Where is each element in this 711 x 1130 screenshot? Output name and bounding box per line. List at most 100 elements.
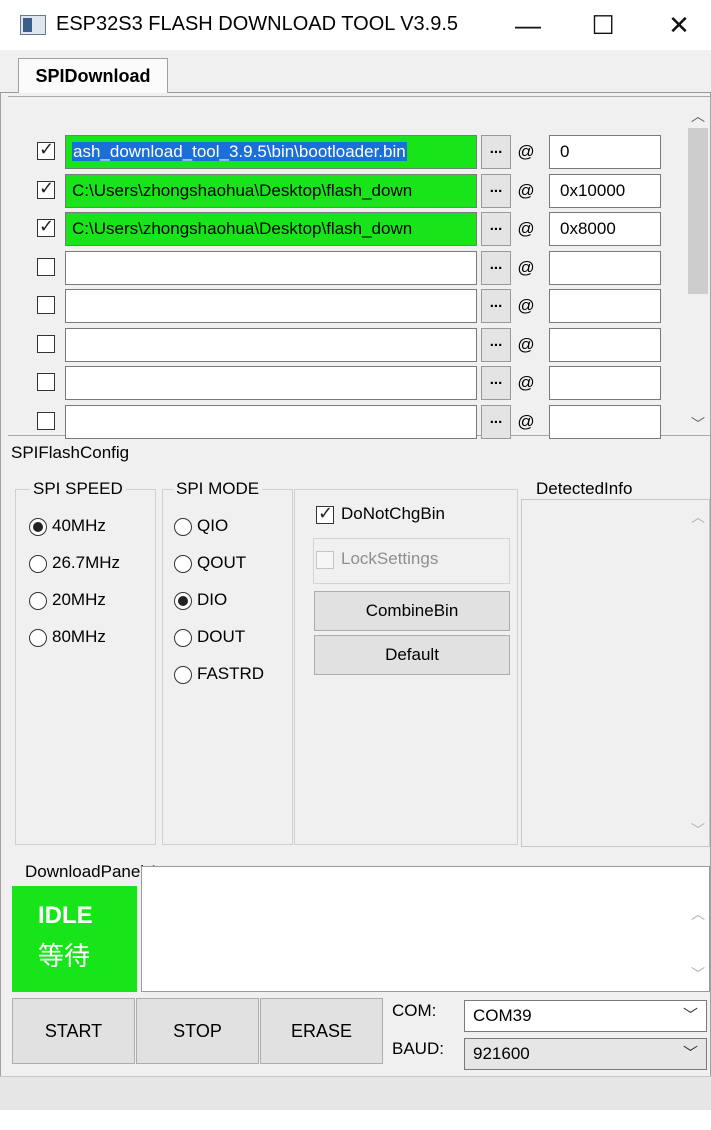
file-path-input[interactable] — [65, 405, 477, 439]
file-path-input[interactable]: ash_download_tool_3.9.5\bin\bootloader.b… — [65, 135, 477, 169]
spi-speed-radio[interactable] — [29, 629, 47, 647]
spi-mode-option-label: QIO — [197, 516, 229, 535]
spi-mode-option-label: DOUT — [197, 627, 246, 646]
file-row-checkbox[interactable] — [37, 335, 55, 353]
flash-address-input[interactable] — [549, 251, 661, 285]
spi-mode-option-label: FASTRD — [197, 664, 265, 683]
file-row-checkbox[interactable] — [37, 216, 55, 237]
spi-speed-option-label: 40MHz — [52, 516, 106, 535]
tab-spidownload[interactable]: SPIDownload — [18, 58, 168, 94]
spi-speed-radio[interactable] — [29, 518, 47, 536]
status-bar — [0, 1076, 711, 1110]
file-path-text: C:\Users\zhongshaohua\Desktop\flash_down — [72, 219, 413, 238]
spi-speed-option-label: 26.7MHz — [52, 553, 121, 572]
at-label: @ — [517, 258, 535, 277]
detectedinfo-label: DetectedInfo — [533, 479, 636, 499]
locksettings-checkbox[interactable] — [316, 551, 334, 569]
log-scroll-up-icon[interactable]: ︿ — [688, 904, 708, 924]
browse-button[interactable]: ... — [481, 328, 511, 362]
flash-address-input[interactable] — [549, 289, 661, 323]
at-label: @ — [517, 181, 535, 200]
combinebin-button[interactable]: CombineBin — [314, 591, 510, 631]
flash-address-input[interactable] — [549, 366, 661, 400]
spi-mode-label: SPI MODE — [173, 479, 263, 499]
at-label: @ — [517, 142, 535, 161]
flash-address-input[interactable] — [549, 405, 661, 439]
detected-scroll-down-icon[interactable]: ﹀ — [688, 820, 708, 840]
at-label: @ — [517, 373, 535, 392]
maximize-button[interactable]: ☐ — [572, 0, 634, 50]
baud-rate-select[interactable]: 921600 ﹀ — [464, 1038, 707, 1070]
spi-mode-radio[interactable] — [174, 666, 192, 684]
file-path-input[interactable] — [65, 366, 477, 400]
file-row-checkbox[interactable] — [37, 139, 55, 160]
spi-speed-radio[interactable] — [29, 592, 47, 610]
scroll-up-icon[interactable]: ︿ — [688, 106, 708, 126]
stop-button[interactable]: STOP — [136, 998, 259, 1064]
browse-button[interactable]: ... — [481, 289, 511, 323]
file-path-text: C:\Users\zhongshaohua\Desktop\flash_down — [72, 181, 413, 200]
flash-address-input[interactable] — [549, 328, 661, 362]
baud-label: BAUD: — [392, 1039, 444, 1058]
locksettings-label: LockSettings — [341, 549, 439, 568]
spi-mode-radio[interactable] — [174, 592, 192, 610]
status-text-cn: 等待 — [38, 941, 91, 971]
browse-button[interactable]: ... — [481, 366, 511, 400]
file-row-checkbox[interactable] — [37, 373, 55, 391]
flash-address-input[interactable]: 0 — [549, 135, 661, 169]
file-path-input[interactable] — [65, 328, 477, 362]
start-button[interactable]: START — [12, 998, 135, 1064]
spi-speed-option-label: 80MHz — [52, 627, 106, 646]
minimize-button[interactable]: — — [497, 0, 559, 50]
spi-speed-group — [15, 489, 156, 845]
file-path-input[interactable]: C:\Users\zhongshaohua\Desktop\flash_down — [65, 212, 477, 246]
detected-scroll-up-icon[interactable]: ︿ — [688, 507, 708, 527]
spi-mode-radio[interactable] — [174, 555, 192, 573]
at-label: @ — [517, 412, 535, 431]
status-text-en: IDLE — [38, 902, 93, 929]
bottom-strip — [0, 1110, 711, 1130]
default-button[interactable]: Default — [314, 635, 510, 675]
at-label: @ — [517, 296, 535, 315]
com-port-value: COM39 — [473, 1006, 532, 1025]
spi-mode-radio[interactable] — [174, 629, 192, 647]
status-indicator: IDLE 等待 — [12, 886, 137, 992]
scrollbar-thumb[interactable] — [688, 128, 708, 294]
file-path-input[interactable]: C:\Users\zhongshaohua\Desktop\flash_down — [65, 174, 477, 208]
com-label: COM: — [392, 1001, 437, 1020]
close-button[interactable]: ✕ — [648, 0, 710, 50]
file-path-input[interactable] — [65, 289, 477, 323]
chevron-down-icon: ﹀ — [682, 1007, 698, 1024]
browse-button[interactable]: ... — [481, 212, 511, 246]
baud-rate-value: 921600 — [473, 1044, 530, 1063]
erase-button[interactable]: ERASE — [260, 998, 383, 1064]
donotchgbin-label: DoNotChgBin — [341, 504, 445, 523]
flash-address-input[interactable]: 0x10000 — [549, 174, 661, 208]
spi-mode-option-label: QOUT — [197, 553, 247, 572]
file-row-checkbox[interactable] — [37, 178, 55, 199]
file-row-checkbox[interactable] — [37, 258, 55, 276]
spi-flash-config-label: SPIFlashConfig — [8, 443, 133, 463]
browse-button[interactable]: ... — [481, 135, 511, 169]
log-scroll-down-icon[interactable]: ﹀ — [688, 964, 708, 984]
at-label: @ — [517, 335, 535, 354]
app-icon — [20, 15, 46, 35]
detectedinfo-textarea[interactable] — [521, 499, 710, 847]
file-path-input[interactable] — [65, 251, 477, 285]
file-row-checkbox[interactable] — [37, 296, 55, 314]
spi-speed-radio[interactable] — [29, 555, 47, 573]
at-label: @ — [517, 219, 535, 238]
flash-address-input[interactable]: 0x8000 — [549, 212, 661, 246]
scroll-down-icon[interactable]: ﹀ — [688, 414, 708, 434]
spi-speed-option-label: 20MHz — [52, 590, 106, 609]
file-path-text: ash_download_tool_3.9.5\bin\bootloader.b… — [72, 142, 407, 161]
file-row-checkbox[interactable] — [37, 412, 55, 430]
donotchgbin-checkbox[interactable] — [316, 503, 334, 524]
browse-button[interactable]: ... — [481, 405, 511, 439]
browse-button[interactable]: ... — [481, 174, 511, 208]
spi-mode-radio[interactable] — [174, 518, 192, 536]
download-log-textarea[interactable] — [141, 866, 710, 992]
browse-button[interactable]: ... — [481, 251, 511, 285]
com-port-select[interactable]: COM39 ﹀ — [464, 1000, 707, 1032]
chevron-down-icon: ﹀ — [682, 1045, 698, 1062]
